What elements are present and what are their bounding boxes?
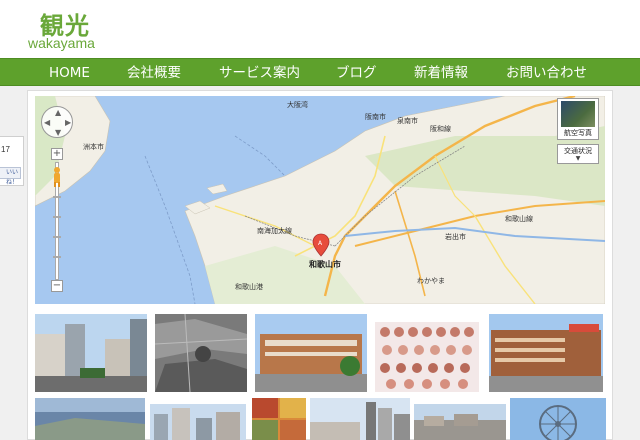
zoom-out-icon[interactable]: − [51,280,63,292]
nav-item-contact[interactable]: お問い合わせ [506,59,587,87]
gallery-photo-skyline[interactable] [150,404,246,440]
gallery-photo-ferris-wheel[interactable] [510,398,606,440]
gallery-photo-mall[interactable] [489,314,603,392]
gallery-photo-autumn[interactable] [252,398,306,440]
like-button[interactable]: いいね！ [0,167,21,186]
traffic-toggle-button[interactable]: 交通状況 ▼ [557,144,599,164]
site-subtitle[interactable]: wakayama [28,35,95,51]
zoom-tick [53,256,61,258]
satellite-toggle-button[interactable]: 航空写真 [557,98,599,140]
gallery-photo-group[interactable] [375,314,479,392]
gallery-photo-buildings[interactable] [310,398,410,440]
map-label: 南海加太線 [257,227,292,235]
social-widget: 17 いいね！ [0,136,24,186]
nav-item-company[interactable]: 会社概要 [127,59,181,87]
map-label: 和歌山市 [309,260,341,269]
nav-item-services[interactable]: サービス案内 [219,59,300,87]
map-label: わかやま [417,277,445,285]
zoom-tick [53,216,61,218]
gallery-photo-aerial[interactable] [155,314,247,392]
chevron-down-icon: ▼ [575,155,581,162]
map-label: 大阪湾 [287,101,308,109]
map-label: 阪南市 [365,113,386,121]
gallery-photo-street[interactable] [35,314,147,392]
pegman-icon[interactable] [51,166,63,188]
gallery-photo-coast[interactable] [35,398,145,440]
map-label: 和歌山港 [235,283,263,291]
nav-item-news[interactable]: 新着情報 [414,59,468,87]
nav-item-home[interactable]: HOME [49,59,90,87]
map-label: 和歌山線 [505,215,533,223]
map-label: 泉南市 [397,117,418,125]
nav-item-blog[interactable]: ブログ [336,59,377,87]
satellite-thumbnail [561,101,595,127]
satellite-label: 航空写真 [564,129,592,137]
map-label: 岩出市 [445,233,466,241]
map-label: 洲本市 [83,143,104,151]
site-header: 観光 wakayama [0,0,640,58]
map-canvas: A [35,96,605,304]
google-map[interactable]: A 大阪湾 阪南市 泉南市 洲本市 和歌山市 岩出市 南海加太線 和歌山線 阪和… [35,96,605,304]
main-nav: HOME 会社概要 サービス案内 ブログ 新着情報 お問い合わせ [0,58,640,86]
like-count: 17 [1,145,10,154]
pan-control-icon[interactable]: ▲ ▼ ◀ ▶ [41,106,73,138]
gallery-photo-residential[interactable] [414,404,506,440]
zoom-tick [53,196,61,198]
gallery-photo-station[interactable] [255,314,367,392]
map-label: 阪和線 [430,125,451,133]
zoom-tick [53,236,61,238]
zoom-in-icon[interactable]: + [51,148,63,160]
